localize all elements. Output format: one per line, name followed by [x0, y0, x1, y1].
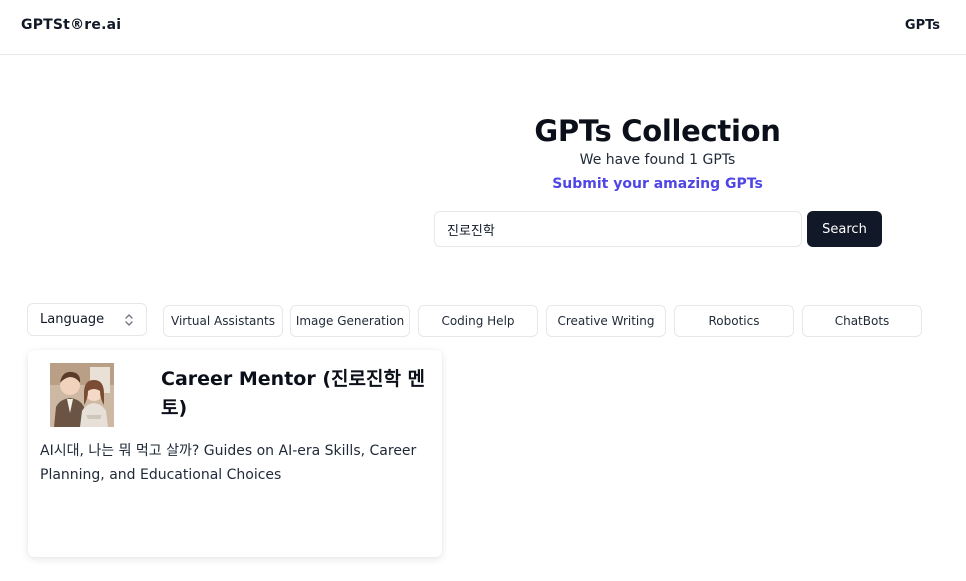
search-input[interactable]: [434, 211, 802, 247]
tag-coding-help[interactable]: Coding Help: [418, 305, 538, 337]
gpt-card[interactable]: Career Mentor (진로진학 멘토) AI시대, 나는 뭐 먹고 살까…: [28, 350, 442, 557]
gpt-card-description: AI시대, 나는 뭐 먹고 살까? Guides on AI-era Skill…: [40, 443, 417, 483]
hero-section: GPTs Collection We have found 1 GPTs Sub…: [430, 112, 885, 194]
tag-virtual-assistants[interactable]: Virtual Assistants: [163, 305, 283, 337]
language-select-label: Language: [40, 312, 105, 327]
tag-creative-writing[interactable]: Creative Writing: [546, 305, 666, 337]
chevron-updown-icon: [125, 313, 133, 326]
site-logo[interactable]: GPTSt®re.ai: [21, 17, 121, 33]
language-select[interactable]: Language: [27, 303, 147, 336]
search-button[interactable]: Search: [807, 211, 882, 247]
tag-image-generation[interactable]: Image Generation: [290, 305, 410, 337]
tag-robotics[interactable]: Robotics: [674, 305, 794, 337]
top-navbar: GPTSt®re.ai GPTs: [0, 0, 966, 55]
gpt-card-title: Career Mentor (진로진학 멘토): [161, 368, 426, 419]
tag-chatbots[interactable]: ChatBots: [802, 305, 922, 337]
results-count-text: We have found 1 GPTs: [579, 152, 736, 168]
submit-gpts-link[interactable]: Submit your amazing GPTs: [552, 174, 763, 194]
gpt-avatar: [50, 363, 114, 427]
page-title: GPTs Collection: [534, 114, 781, 148]
nav-link-gpts[interactable]: GPTs: [905, 18, 940, 33]
